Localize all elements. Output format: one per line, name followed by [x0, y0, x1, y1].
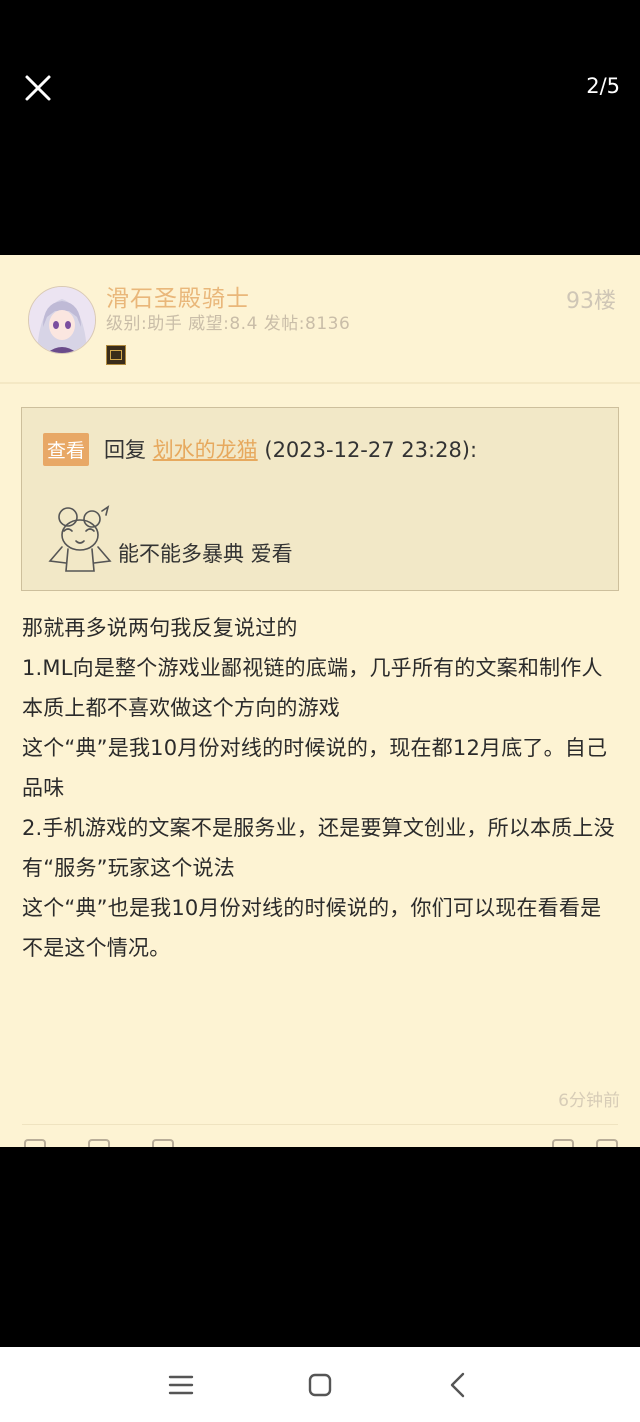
action-icon[interactable]	[88, 1139, 110, 1147]
action-icon[interactable]	[24, 1139, 46, 1147]
post-paragraph: 1.ML向是整个游戏业鄙视链的底端，几乎所有的文案和制作人本质上都不喜欢做这个方…	[22, 656, 603, 720]
header-divider	[0, 382, 640, 384]
post-time: 6分钟前	[558, 1091, 620, 1111]
back-icon	[438, 1365, 478, 1405]
home-icon	[300, 1365, 340, 1405]
menu-icon	[161, 1365, 201, 1405]
image-counter: 2/5	[586, 74, 620, 98]
action-icon[interactable]	[596, 1139, 618, 1147]
user-meta: 级别:助手 威望:8.4 发帖:8136	[106, 314, 351, 334]
quote-header: 回复 划水的龙猫 (2023-12-27 23:28):	[104, 434, 477, 464]
quote-block: 查看 回复 划水的龙猫 (2023-12-27 23:28): 能不能多暴典 爱…	[21, 407, 619, 591]
footer-divider	[22, 1124, 618, 1125]
reply-to-user-link[interactable]: 划水的龙猫	[153, 438, 258, 462]
view-quote-button[interactable]: 查看	[43, 433, 90, 466]
post-paragraph: 2.手机游戏的文案不是服务业，还是要算文创业，所以本质上没有“服务”玩家这个说法	[22, 816, 615, 880]
quoted-text: 能不能多暴典 爱看	[118, 542, 293, 566]
back-button[interactable]	[438, 1365, 478, 1405]
viewer-top-bar: 2/5	[0, 0, 640, 255]
system-nav-bar	[0, 1347, 640, 1422]
post-body: 那就再多说两句我反复说过的 1.ML向是整个游戏业鄙视链的底端，几乎所有的文案和…	[22, 608, 618, 968]
avatar[interactable]	[28, 286, 96, 354]
post-paragraph: 这个“典”也是我10月份对线的时候说的，你们可以现在看看是不是这个情况。	[22, 896, 602, 960]
close-icon	[18, 68, 58, 108]
reply-label: 回复	[104, 438, 146, 462]
forum-post-screenshot: 滑石圣殿骑士 级别:助手 威望:8.4 发帖:8136 93楼 查看 回复 划水…	[0, 255, 640, 1147]
sticker-image	[42, 503, 116, 573]
action-icon[interactable]	[152, 1139, 174, 1147]
action-icon[interactable]	[552, 1139, 574, 1147]
home-button[interactable]	[300, 1365, 340, 1405]
reply-time: (2023-12-27 23:28):	[264, 438, 478, 462]
viewer-bottom-bar	[0, 1147, 640, 1347]
post-paragraph: 那就再多说两句我反复说过的	[22, 616, 298, 640]
username-link[interactable]: 滑石圣殿骑士	[106, 279, 250, 313]
floor-number: 93楼	[566, 289, 616, 314]
medal-badge-icon	[106, 345, 126, 365]
close-button[interactable]	[18, 68, 58, 108]
post-paragraph: 这个“典”是我10月份对线的时候说的，现在都12月底了。自己品味	[22, 736, 608, 800]
menu-button[interactable]	[161, 1365, 201, 1405]
